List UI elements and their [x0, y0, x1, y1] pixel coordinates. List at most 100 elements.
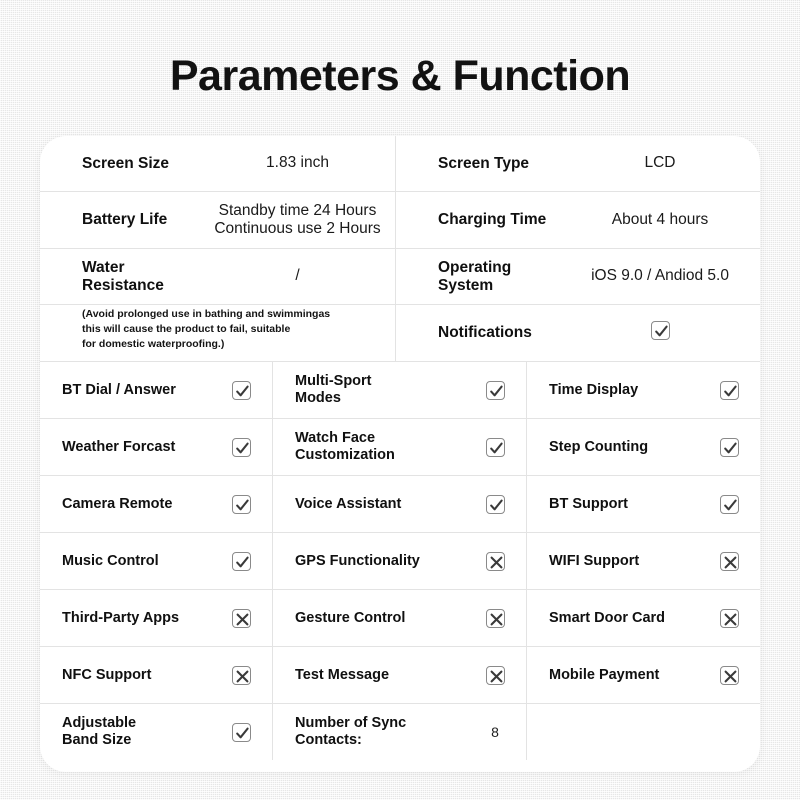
feature-mark[interactable] [224, 608, 258, 628]
spec-value-charging-time: About 4 hours [611, 210, 709, 228]
feature-label: WIFI Support [549, 552, 640, 569]
feature-mark[interactable] [712, 608, 746, 628]
checkbox-crossed-icon[interactable] [231, 665, 251, 685]
water-label-line2: Resistance [82, 276, 164, 294]
feature-label: Camera Remote [62, 495, 173, 512]
feature-mark[interactable] [478, 494, 512, 514]
checkbox-checked-icon[interactable] [231, 437, 251, 457]
checkbox-checked-icon[interactable] [231, 494, 251, 514]
feature-cell: Weather Forcast [40, 419, 273, 475]
spec-row-charging-time: Charging Time About 4 hours [396, 192, 760, 249]
feature-mark[interactable] [224, 665, 258, 685]
feature-mark[interactable] [224, 722, 258, 742]
feature-mark[interactable] [712, 551, 746, 571]
feature-mark[interactable] [224, 380, 258, 400]
checkbox-checked-icon[interactable] [231, 722, 251, 742]
checkbox-checked-icon[interactable] [650, 320, 670, 340]
sync-contacts-count: 8 [491, 724, 499, 740]
feature-cell: Multi-Sport Modes [273, 362, 527, 418]
feature-label: Adjustable Band Size [62, 715, 224, 749]
checkbox-crossed-icon[interactable] [231, 608, 251, 628]
feature-cell: Time Display [527, 362, 760, 418]
checkbox-checked-icon[interactable] [719, 380, 739, 400]
checkbox-crossed-icon[interactable] [719, 551, 739, 571]
feature-cell: Watch Face Customization [273, 419, 527, 475]
feature-cell: Test Message [273, 647, 527, 703]
feature-label-line2: Contacts: [295, 732, 362, 748]
feature-cell: Step Counting [527, 419, 760, 475]
feature-grid: BT Dial / Answer Multi-Sport Modes Time Dis… [40, 362, 760, 760]
feature-row: Camera Remote Voice Assistant BT Support [40, 476, 760, 533]
spec-value-screen-type: LCD [644, 154, 676, 172]
feature-mark[interactable] [712, 437, 746, 457]
feature-mark[interactable] [712, 494, 746, 514]
feature-mark[interactable] [478, 608, 512, 628]
feature-label: NFC Support [62, 666, 152, 683]
checkbox-crossed-icon[interactable] [719, 665, 739, 685]
feature-cell: Voice Assistant [273, 476, 527, 532]
feature-cell: NFC Support [40, 647, 273, 703]
spec-value-water-resistance: / [295, 267, 300, 285]
feature-cell: GPS Functionality [273, 533, 527, 589]
feature-mark[interactable] [478, 551, 512, 571]
feature-cell-empty [527, 704, 760, 760]
specification-table: Screen Size 1.83 inch Battery Life Stand… [40, 136, 760, 362]
feature-mark[interactable] [712, 380, 746, 400]
checkbox-checked-icon[interactable] [485, 380, 505, 400]
water-note-line3: for domestic waterproofing.) [82, 337, 225, 350]
feature-mark[interactable] [224, 494, 258, 514]
feature-cell: Music Control [40, 533, 273, 589]
feature-row: Adjustable Band Size Number of Sync Contact… [40, 704, 760, 760]
feature-label-line1: Watch Face [295, 430, 376, 447]
feature-cell: Number of Sync Contacts: 8 [273, 704, 527, 760]
feature-label: BT Support [549, 495, 628, 512]
feature-mark[interactable] [478, 665, 512, 685]
checkbox-checked-icon[interactable] [719, 494, 739, 514]
feature-label: Multi-Sport Modes [295, 373, 478, 407]
feature-row: Music Control GPS Functionality WIFI Suppo… [40, 533, 760, 590]
checkbox-checked-icon[interactable] [231, 551, 251, 571]
checkbox-crossed-icon[interactable] [485, 608, 505, 628]
parameters-function-page: Parameters & Function Screen Size 1.83 i… [0, 0, 800, 800]
feature-cell: Smart Door Card [527, 590, 760, 646]
feature-label: Watch Face Customization [295, 430, 478, 464]
feature-mark[interactable] [478, 437, 512, 457]
feature-row: NFC Support Test Message Mobile Payment [40, 647, 760, 704]
spec-card: Screen Size 1.83 inch Battery Life Stand… [40, 136, 760, 772]
os-label-line1: Operating [438, 258, 512, 276]
spec-row-screen-size: Screen Size 1.83 inch [40, 136, 395, 192]
water-note-line1: (Avoid prolonged use in bathing and swim… [82, 308, 331, 320]
checkbox-checked-icon[interactable] [231, 380, 251, 400]
notifications-checkbox[interactable] [643, 320, 677, 340]
spec-label-water-resistance: Water Resistance [40, 259, 208, 295]
battery-standby-line: Standby time 24 Hours [218, 202, 377, 220]
feature-cell: Mobile Payment [527, 647, 760, 703]
feature-label: Smart Door Card [549, 609, 666, 626]
spec-row-water-note: (Avoid prolonged use in bathing and swim… [40, 305, 395, 361]
feature-label: Music Control [62, 552, 159, 569]
feature-mark[interactable] [478, 380, 512, 400]
checkbox-crossed-icon[interactable] [485, 551, 505, 571]
feature-mark[interactable] [712, 665, 746, 685]
feature-cell: WIFI Support [527, 533, 760, 589]
feature-label: GPS Functionality [295, 552, 420, 569]
feature-cell: Adjustable Band Size [40, 704, 273, 760]
feature-mark[interactable] [224, 437, 258, 457]
feature-mark[interactable] [224, 551, 258, 571]
feature-cell: Third-Party Apps [40, 590, 273, 646]
checkbox-crossed-icon[interactable] [485, 665, 505, 685]
spec-label-screen-type: Screen Type [438, 154, 530, 172]
feature-label: Test Message [295, 666, 390, 683]
feature-label: Number of Sync Contacts: [295, 715, 478, 749]
checkbox-crossed-icon[interactable] [719, 608, 739, 628]
feature-cell: BT Support [527, 476, 760, 532]
checkbox-checked-icon[interactable] [485, 494, 505, 514]
feature-label: Step Counting [549, 438, 649, 455]
spec-row-water-resistance: Water Resistance / [40, 249, 395, 305]
feature-row: BT Dial / Answer Multi-Sport Modes Time Dis… [40, 362, 760, 419]
spec-value-notifications [568, 320, 760, 346]
checkbox-checked-icon[interactable] [719, 437, 739, 457]
feature-label-line1: Multi-Sport [295, 373, 372, 390]
feature-label-line2: Modes [295, 390, 341, 406]
checkbox-checked-icon[interactable] [485, 437, 505, 457]
